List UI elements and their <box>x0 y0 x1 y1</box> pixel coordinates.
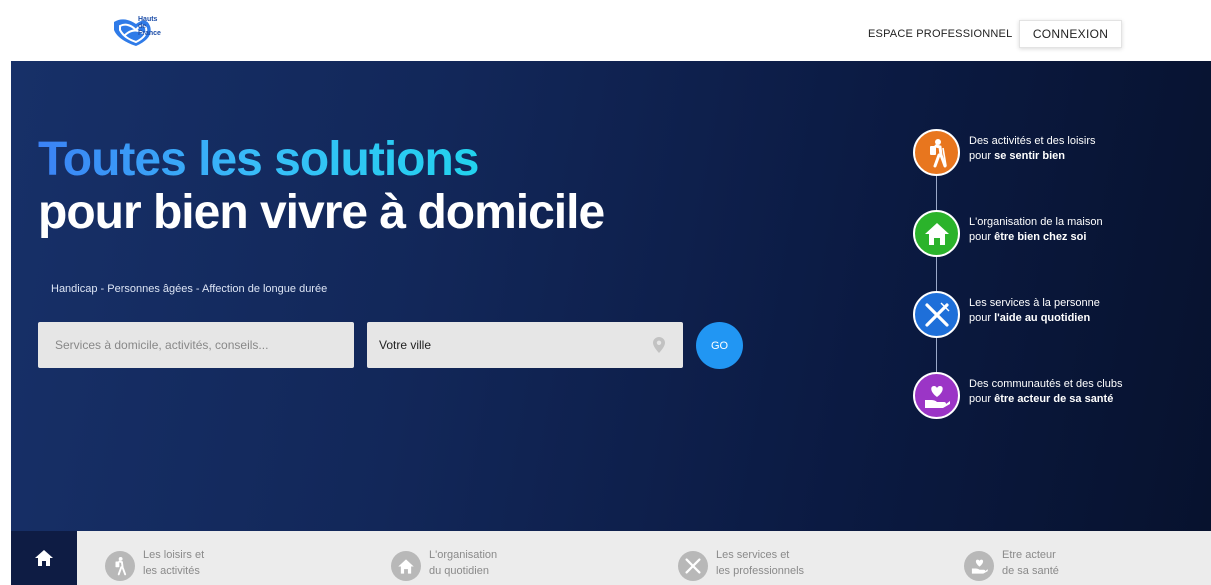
hero-title-line2: pour bien vivre à domicile <box>38 186 605 239</box>
nav-label-line: les activités <box>143 565 200 577</box>
house-icon <box>391 551 421 581</box>
fork-knife-icon <box>913 291 960 338</box>
hiker-icon <box>913 129 960 176</box>
nav-label-line: Les services et <box>716 549 790 561</box>
home-tab[interactable] <box>11 531 77 585</box>
go-button[interactable]: GO <box>696 322 743 369</box>
feature-bold: l'aide au quotidien <box>994 312 1091 324</box>
nav-label-line: du quotidien <box>429 565 489 577</box>
heart-hand-icon <box>913 372 960 419</box>
feature-line2: pour l'aide au quotidien <box>969 311 1169 326</box>
feature-line: Les services à la personne <box>969 297 1100 309</box>
feature-line: L'organisation de la maison <box>969 216 1103 228</box>
fork-knife-icon <box>678 551 708 581</box>
hero-title-line1: Toutes les solutions <box>38 133 479 186</box>
feature-text: Les services à la personne pour l'aide a… <box>969 296 1169 326</box>
nav-label-line: Les loisirs et <box>143 549 205 561</box>
feature-line: Des communautés et des clubs <box>969 378 1123 390</box>
feature-bold: se sentir bien <box>994 150 1065 162</box>
feature-bold: être bien chez soi <box>994 231 1087 243</box>
city-input[interactable] <box>367 322 683 368</box>
home-icon <box>35 550 53 566</box>
feature-prefix: pour <box>969 312 995 324</box>
nav-label: Les services et les professionnels <box>716 547 804 579</box>
feature-line: Des activités et des loisirs <box>969 135 1096 147</box>
feature-prefix: pour <box>969 150 995 162</box>
nav-label-line: Etre acteur <box>1002 549 1056 561</box>
logo-line: France <box>138 30 161 37</box>
house-icon <box>913 210 960 257</box>
logo-line: de <box>138 23 147 30</box>
city-field <box>367 322 683 368</box>
feature-item-home[interactable]: L'organisation de la maison pour être bi… <box>913 210 1173 258</box>
feature-bold: être acteur de sa santé <box>994 393 1114 405</box>
nav-label: L'organisation du quotidien <box>429 547 497 579</box>
feature-item-services[interactable]: Les services à la personne pour l'aide a… <box>913 291 1173 339</box>
feature-prefix: pour <box>969 393 995 405</box>
pro-space-link[interactable]: ESPACE PROFESSIONNEL <box>868 28 1012 40</box>
feature-text: Des communautés et des clubs pour être a… <box>969 377 1169 407</box>
location-pin-icon[interactable] <box>653 337 665 353</box>
bottom-nav: Les loisirs et les activités L'organisat… <box>11 531 1211 585</box>
feature-text: Des activités et des loisirs pour se sen… <box>969 134 1169 164</box>
heart-hand-icon <box>964 551 994 581</box>
hero-subtitle: Handicap - Personnes âgées - Affection d… <box>51 283 328 295</box>
feature-item-leisure[interactable]: Des activités et des loisirs pour se sen… <box>913 129 1173 177</box>
feature-line2: pour être bien chez soi <box>969 230 1169 245</box>
page: Hauts de France ESPACE PROFESSIONNEL CON… <box>0 0 1211 585</box>
login-button[interactable]: CONNEXION <box>1019 20 1122 48</box>
nav-label-line: de sa santé <box>1002 565 1059 577</box>
nav-label-line: L'organisation <box>429 549 498 561</box>
nav-label: Les loisirs et les activités <box>143 547 204 579</box>
feature-prefix: pour <box>969 231 995 243</box>
service-search-input[interactable] <box>38 322 354 368</box>
hiker-icon <box>105 551 135 581</box>
feature-line2: pour être acteur de sa santé <box>969 392 1169 407</box>
nav-label-line: les professionnels <box>716 565 805 577</box>
feature-line2: pour se sentir bien <box>969 149 1169 164</box>
feature-item-health[interactable]: Des communautés et des clubs pour être a… <box>913 372 1173 420</box>
nav-label: Etre acteur de sa santé <box>1002 547 1059 579</box>
header: Hauts de France ESPACE PROFESSIONNEL CON… <box>0 0 1211 61</box>
logo-line: Hauts <box>138 16 158 23</box>
feature-list: Des activités et des loisirs pour se sen… <box>913 129 1173 429</box>
hero-banner: Toutes les solutions pour bien vivre à d… <box>11 61 1211 531</box>
logo-text: Hauts de France <box>138 16 162 37</box>
feature-text: L'organisation de la maison pour être bi… <box>969 215 1169 245</box>
